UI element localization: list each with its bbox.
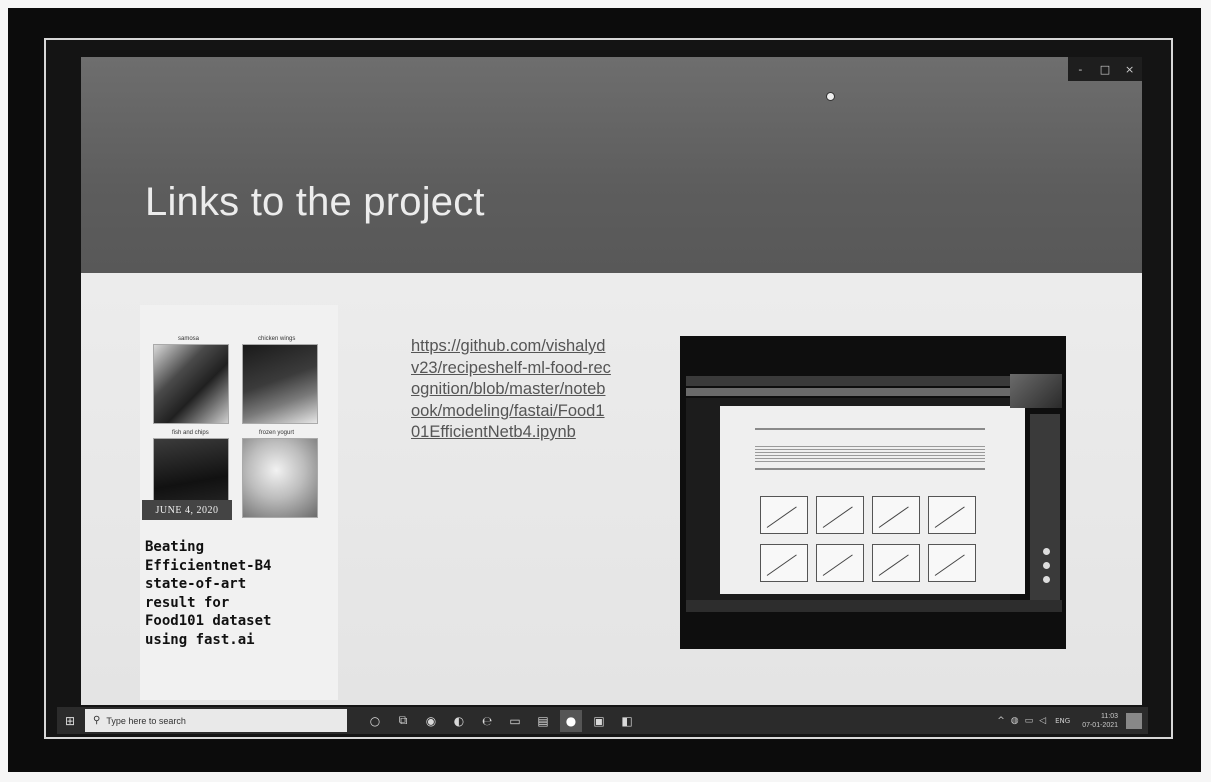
food-thumbnail [242, 438, 318, 518]
notification-icon[interactable] [1126, 712, 1142, 729]
table-rows [755, 446, 985, 462]
plot-thumbnail [872, 496, 920, 534]
thumb-label: chicken wings [258, 336, 296, 342]
browser-tab-bar [686, 376, 1010, 386]
battery-icon[interactable]: ▭ [1025, 716, 1034, 726]
webcam-feed [1010, 374, 1062, 408]
clock-date: 07-01-2021 [1082, 721, 1118, 729]
slide-header [81, 57, 1142, 273]
chevron-up-icon[interactable]: ^ [997, 716, 1005, 726]
store-icon[interactable]: ▤ [532, 710, 554, 732]
chrome-icon[interactable]: ◉ [420, 710, 442, 732]
slide-title: Links to the project [145, 180, 485, 224]
teams-icon[interactable]: ▣ [588, 710, 610, 732]
github-repo-link[interactable]: https://github.com/vishalydv23/recipeshe… [411, 336, 611, 444]
windows-taskbar: ⊞ ⚲ Type here to search ○ ⧉ ◉ ◐ ℮ ▭ ▤ ● … [57, 707, 1148, 734]
food-thumbnail [242, 344, 318, 424]
plot-thumbnail [872, 544, 920, 582]
clock-time: 11:03 [1101, 712, 1118, 720]
plot-thumbnail [928, 544, 976, 582]
volume-icon[interactable]: ◁ [1039, 716, 1046, 726]
control-dot-icon [1043, 576, 1050, 583]
thumb-label: samosa [178, 336, 200, 342]
thumb-label: frozen yogurt [259, 430, 295, 436]
meeting-side-panel [1030, 414, 1060, 600]
network-icon[interactable]: ◍ [1011, 716, 1019, 726]
task-view-icon[interactable]: ⧉ [392, 710, 414, 732]
window-controls: - □ × [1068, 57, 1142, 81]
edge-icon[interactable]: ◐ [448, 710, 470, 732]
maximize-button[interactable]: □ [1096, 63, 1114, 76]
control-dot-icon [1043, 562, 1050, 569]
blog-title: Beating Efficientnet-B4 state-of-art res… [145, 539, 272, 648]
mouse-cursor [826, 92, 835, 101]
pinned-apps: ○ ⧉ ◉ ◐ ℮ ▭ ▤ ● ▣ ◧ [361, 709, 641, 732]
plot-thumbnail [816, 544, 864, 582]
video-screenshot[interactable] [680, 336, 1066, 649]
plot-thumbnail [760, 544, 808, 582]
browser-address-bar [686, 388, 1010, 396]
powerpoint-icon[interactable]: ◧ [616, 710, 638, 732]
edge-legacy-icon[interactable]: ℮ [476, 710, 498, 732]
food-thumbnail [153, 344, 229, 424]
search-placeholder: Type here to search [106, 715, 186, 726]
app-icon[interactable]: ● [560, 709, 582, 732]
table-rule [755, 428, 985, 430]
close-button[interactable]: × [1121, 63, 1139, 76]
control-dot-icon [1043, 548, 1050, 555]
plot-thumbnail [816, 496, 864, 534]
language-indicator[interactable]: ENG [1055, 717, 1070, 725]
system-tray: ^ ◍ ▭ ◁ ENG 11:03 07-01-2021 [994, 712, 1148, 730]
date-badge: JUNE 4, 2020 [142, 500, 232, 520]
clock[interactable]: 11:03 07-01-2021 [1082, 712, 1118, 730]
explorer-icon[interactable]: ▭ [504, 710, 526, 732]
cortana-icon[interactable]: ○ [364, 710, 386, 732]
plot-thumbnail [760, 496, 808, 534]
table-rule [755, 468, 985, 470]
minimize-button[interactable]: - [1071, 63, 1089, 76]
taskbar-search-box[interactable]: ⚲ Type here to search [85, 709, 347, 732]
thumb-label: fish and chips [172, 430, 209, 436]
inner-taskbar [686, 600, 1062, 612]
windows-start-icon[interactable]: ⊞ [57, 707, 83, 734]
plot-thumbnail [928, 496, 976, 534]
search-icon: ⚲ [93, 715, 101, 726]
